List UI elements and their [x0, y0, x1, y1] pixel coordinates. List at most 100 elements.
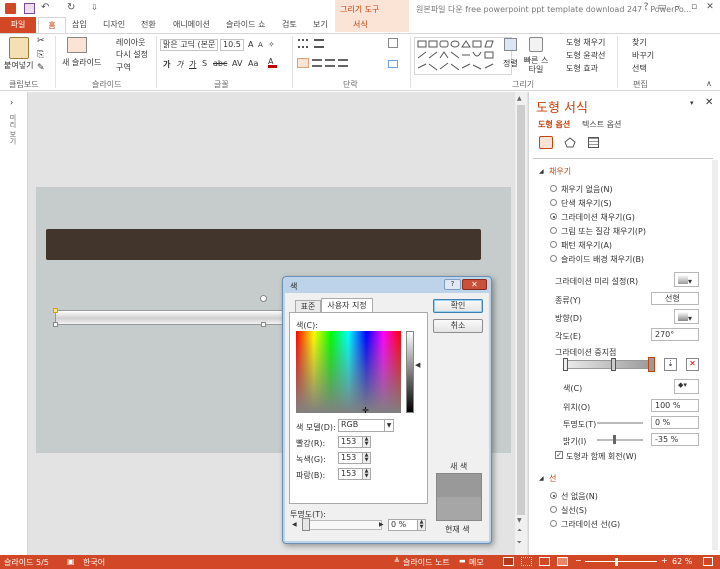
undo-icon[interactable]: ↶ [41, 2, 49, 13]
change-case-icon[interactable]: Aa [248, 59, 258, 68]
tab-format[interactable]: 서식 [353, 19, 368, 30]
color-dropdown[interactable]: ◆▾ [674, 379, 699, 394]
tab-view[interactable]: 보기 [313, 19, 328, 30]
tab-review[interactable]: 검토 [282, 19, 297, 30]
arrange-button[interactable]: 정렬 [503, 58, 518, 69]
brightness-slider-thumb[interactable] [613, 435, 616, 444]
thumbnail-pane-collapsed[interactable] [0, 92, 28, 555]
fill-section-header[interactable]: 채우기 [549, 166, 571, 177]
slide-sorter-icon[interactable] [521, 557, 532, 566]
prev-slide-icon[interactable]: ⏶ [517, 527, 522, 535]
new-slide-button[interactable]: 새 슬라이드 [62, 57, 101, 68]
fill-line-icon[interactable] [539, 136, 553, 149]
brightness-input[interactable]: -35 % [651, 433, 699, 446]
selection-handle[interactable] [53, 308, 58, 313]
next-slide-icon[interactable]: ⏷ [517, 539, 522, 547]
green-spinner[interactable]: ▲ ▼ [363, 452, 371, 464]
dialog-transparency-input[interactable]: 0 % [388, 519, 418, 531]
clear-format-icon[interactable]: ✧ [268, 40, 275, 49]
blue-input[interactable]: 153 [338, 468, 363, 480]
radio-solid-fill[interactable] [550, 199, 557, 206]
layout-button[interactable]: 레이아웃 [105, 37, 145, 48]
tab-insert[interactable]: 삽입 [72, 19, 87, 30]
font-size-combo[interactable]: 10.5 [220, 39, 244, 51]
bold-icon[interactable]: 가 [163, 59, 170, 70]
radio-solid-line[interactable] [550, 506, 557, 513]
slideshow-icon[interactable] [557, 557, 568, 566]
text-direction-icon[interactable] [388, 38, 398, 48]
fit-slide-icon[interactable] [703, 557, 713, 566]
line-collapse-icon[interactable]: ◢ [539, 475, 544, 482]
redo-icon[interactable]: ↻ [67, 2, 75, 13]
shape-effects-button[interactable]: 도형 효과 [555, 63, 598, 74]
size-properties-icon[interactable] [588, 137, 599, 148]
restore-button[interactable]: ▫ [687, 2, 701, 13]
selected-gradient-shape[interactable] [55, 310, 285, 325]
line-section-header[interactable]: 선 [549, 473, 556, 484]
shape-fill-button[interactable]: 도형 채우기 [555, 37, 605, 48]
collapse-ribbon-icon[interactable]: ∧ [706, 79, 712, 88]
effects-icon[interactable] [564, 137, 576, 148]
zoom-out-icon[interactable]: − [575, 556, 582, 565]
close-button[interactable]: ✕ [703, 2, 717, 13]
paste-icon[interactable] [9, 37, 29, 59]
scroll-down-icon[interactable]: ▼ [517, 517, 522, 524]
language-indicator[interactable]: 한국어 [83, 557, 105, 568]
spectrum-picker[interactable] [296, 331, 401, 413]
smartart-icon[interactable] [388, 60, 398, 68]
radio-gradient-fill[interactable] [550, 213, 557, 220]
tab-file[interactable]: 파일 [0, 17, 36, 33]
reading-view-icon[interactable] [539, 557, 550, 566]
align-left-icon[interactable] [297, 58, 309, 68]
replace-button[interactable]: 바꾸기 [621, 50, 654, 61]
dialog-transparency-slider[interactable] [302, 520, 382, 530]
selection-handle[interactable] [261, 322, 266, 327]
quick-styles-button[interactable]: 빠른 스타일 [523, 56, 549, 74]
cancel-button[interactable]: 취소 [433, 319, 483, 333]
dialog-transparency-thumb[interactable] [302, 518, 310, 531]
bullets-icon[interactable] [298, 39, 308, 48]
radio-pattern-fill[interactable] [550, 241, 557, 248]
rotate-with-shape-checkbox[interactable]: ✓ [555, 451, 563, 459]
add-stop-icon[interactable]: ⇣ [664, 358, 677, 371]
font-name-combo[interactable]: 맑은 고딕 (본문 [160, 39, 218, 51]
green-input[interactable]: 153 [338, 452, 363, 464]
radio-no-fill[interactable] [550, 185, 557, 192]
radio-slide-bg-fill[interactable] [550, 255, 557, 262]
pane-close-icon[interactable]: ✕ [705, 97, 713, 108]
dialog-help-button[interactable]: ? [444, 279, 461, 290]
normal-view-icon[interactable] [503, 557, 514, 566]
scroll-up-icon[interactable]: ▲ [517, 95, 522, 102]
tab-animations[interactable]: 애니메이션 [173, 19, 210, 30]
dialog-transparency-spinner[interactable]: ▲ ▼ [418, 519, 426, 531]
notes-button[interactable]: 슬라이드 노트 [403, 557, 450, 568]
transparency-input[interactable]: 0 % [651, 416, 699, 429]
numbering-icon[interactable] [314, 39, 324, 48]
pane-scrollbar[interactable] [712, 160, 718, 550]
red-input[interactable]: 153 [338, 436, 363, 448]
reset-button[interactable]: 다시 설정 [105, 49, 148, 60]
tab-transitions[interactable]: 전환 [141, 19, 156, 30]
shapes-gallery[interactable] [414, 37, 512, 75]
tab-design[interactable]: 디자인 [103, 19, 125, 30]
section-button[interactable]: 구역 [105, 62, 131, 73]
ribbon-display-button[interactable]: ▭ [655, 2, 669, 13]
zoom-level[interactable]: 62 % [672, 557, 692, 566]
tab-home[interactable]: 홈 [38, 17, 66, 34]
justify-icon[interactable] [338, 59, 348, 67]
slider-right-arrow-icon[interactable]: ▶ [379, 521, 384, 528]
radio-picture-fill[interactable] [550, 227, 557, 234]
gradient-stop[interactable] [563, 358, 568, 371]
char-spacing-icon[interactable]: AV [232, 59, 242, 68]
font-color-icon[interactable]: A [268, 58, 277, 68]
zoom-slider[interactable] [585, 561, 657, 562]
position-input[interactable]: 100 % [651, 399, 699, 412]
selection-handle[interactable] [53, 322, 58, 327]
blue-spinner[interactable]: ▲ ▼ [363, 468, 371, 480]
strikethrough-icon[interactable]: abc [213, 59, 227, 68]
gradient-stops-bar[interactable] [565, 360, 653, 369]
notes-icon[interactable]: ≜ [394, 557, 400, 565]
italic-icon[interactable]: 가 [176, 59, 183, 70]
type-dropdown[interactable]: 선형 [651, 292, 699, 305]
luminance-bar[interactable] [406, 331, 414, 413]
